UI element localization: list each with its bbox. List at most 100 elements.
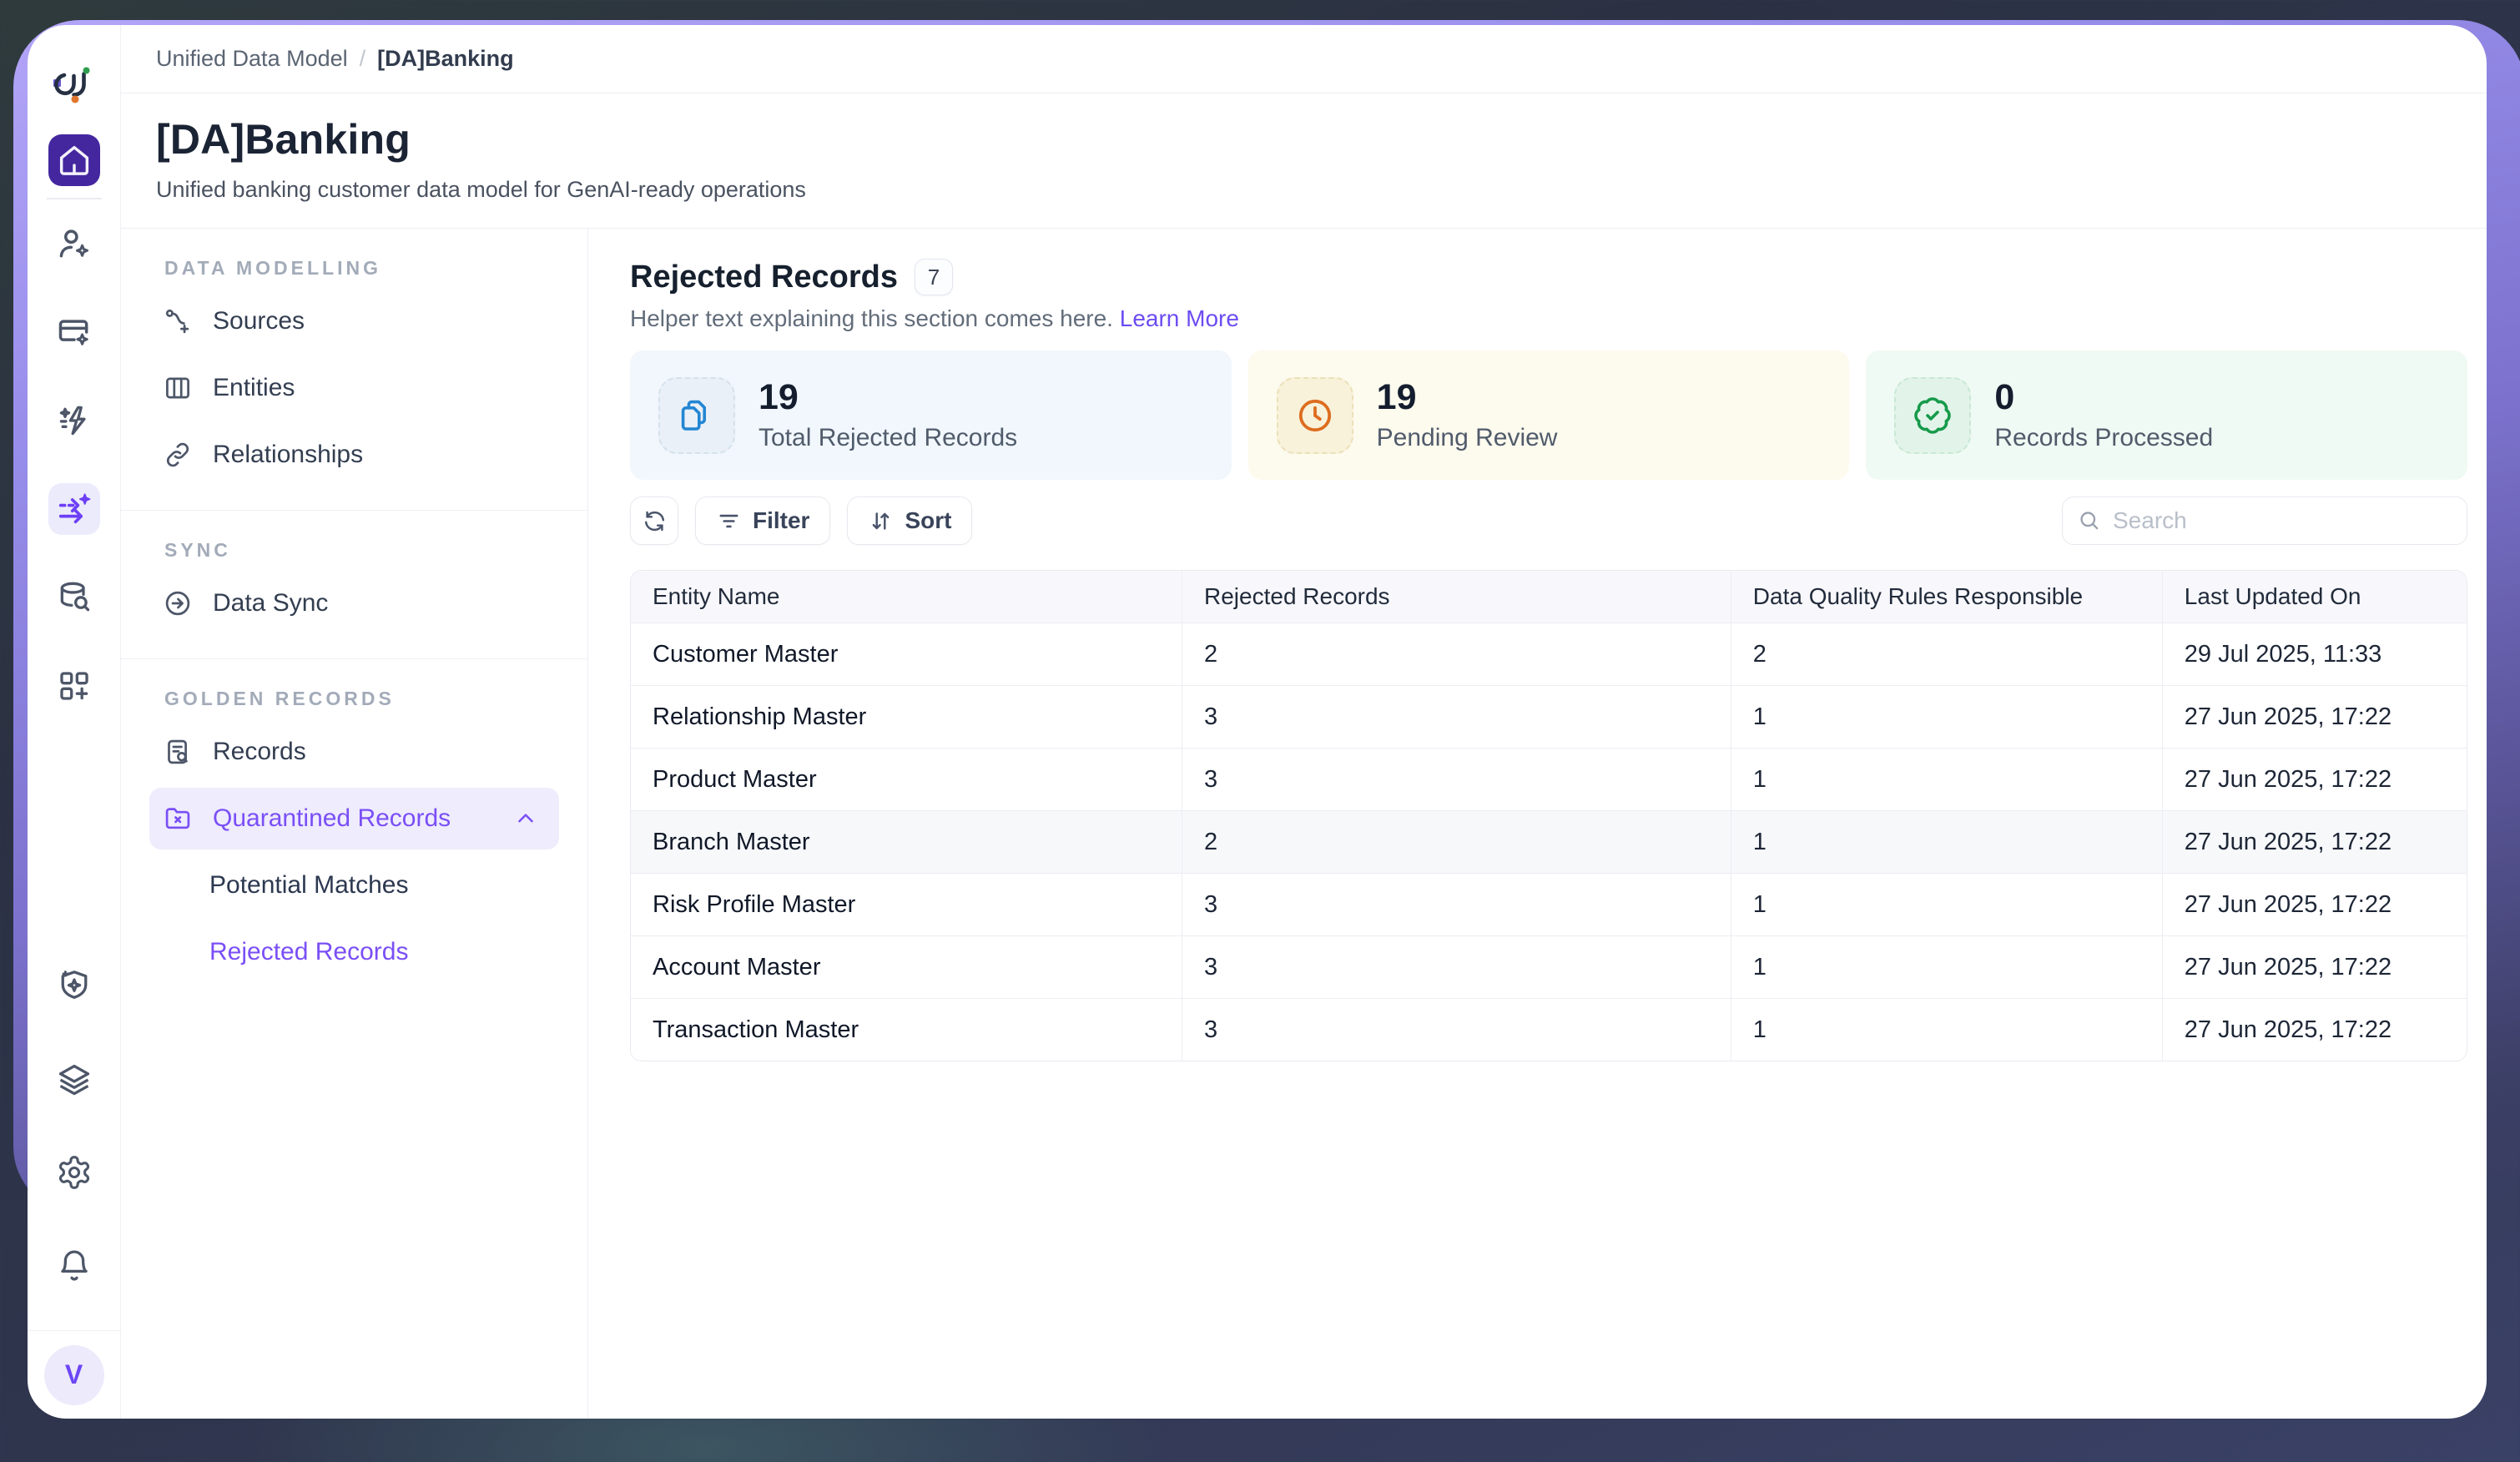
rail-footer-group (48, 960, 100, 1330)
stat-value: 19 (759, 378, 1017, 417)
layers-button[interactable] (48, 1053, 100, 1105)
sidebar-item-data-sync[interactable]: Data Sync (121, 570, 587, 637)
stat-label: Records Processed (1994, 424, 2213, 452)
ai-users-button[interactable] (48, 218, 100, 270)
home-button[interactable] (48, 134, 100, 186)
cell-dq-rules: 1 (1731, 811, 2162, 873)
security-button[interactable] (48, 960, 100, 1011)
cell-entity-name: Branch Master (631, 811, 1182, 873)
ai-automation-button[interactable] (48, 395, 100, 446)
breadcrumb-root-link[interactable]: Unified Data Model (156, 46, 348, 72)
sidebar-item-potential-matches[interactable]: Potential Matches (121, 852, 587, 919)
section-label: DATA MODELLING (164, 257, 587, 280)
cell-entity-name: Product Master (631, 749, 1182, 810)
helper-text-body: Helper text explaining this section come… (630, 305, 1113, 331)
sidebar-item-label: Relationships (213, 441, 363, 469)
card-sparkle-icon (56, 314, 93, 350)
column-header-last-updated: Last Updated On (2162, 571, 2467, 623)
column-header-rejected-records: Rejected Records (1182, 571, 1731, 623)
filter-lines-icon (716, 508, 742, 534)
table-body: Customer Master 2 2 29 Jul 2025, 11:33 R… (631, 623, 2467, 1061)
avatar-zone: V (28, 1330, 121, 1419)
page-subtitle: Unified banking customer data model for … (156, 177, 2452, 203)
learn-more-link[interactable]: Learn More (1120, 305, 1239, 331)
app-logo-icon[interactable] (50, 63, 98, 111)
table-row[interactable]: Branch Master 2 1 27 Jun 2025, 17:22 (631, 810, 2467, 873)
cell-entity-name: Account Master (631, 936, 1182, 998)
sidebar-item-label: Records (213, 738, 306, 766)
cell-dq-rules: 2 (1731, 623, 2162, 685)
stat-cards: 19 Total Rejected Records 19 Pending Rev… (630, 350, 2467, 480)
count-badge: 7 (915, 259, 953, 295)
sort-arrows-icon (868, 508, 894, 534)
page-title: [DA]Banking (156, 115, 2452, 164)
data-explorer-button[interactable] (48, 572, 100, 623)
section-title: Rejected Records (630, 260, 898, 295)
cell-rejected-records: 3 (1182, 874, 1731, 935)
filter-button[interactable]: Filter (695, 497, 830, 545)
stat-card-total-rejected: 19 Total Rejected Records (630, 350, 1232, 480)
pipeline-arrows-icon (55, 490, 93, 528)
chevron-up-icon[interactable] (511, 806, 541, 831)
stat-label: Total Rejected Records (759, 424, 1017, 452)
sidebar-item-records[interactable]: Records (121, 718, 587, 785)
notifications-button[interactable] (48, 1240, 100, 1292)
table-row[interactable]: Account Master 3 1 27 Jun 2025, 17:22 (631, 935, 2467, 998)
cell-dq-rules: 1 (1731, 686, 2162, 748)
apps-button[interactable] (48, 660, 100, 712)
user-avatar[interactable]: V (44, 1345, 104, 1405)
cell-rejected-records: 3 (1182, 686, 1731, 748)
table-row[interactable]: Risk Profile Master 3 1 27 Jun 2025, 17:… (631, 873, 2467, 935)
link-icon (163, 440, 193, 470)
cell-dq-rules: 1 (1731, 749, 2162, 810)
ai-card-button[interactable] (48, 306, 100, 358)
helper-text: Helper text explaining this section come… (630, 305, 2467, 332)
stat-value: 0 (1994, 378, 2213, 417)
cell-last-updated: 29 Jul 2025, 11:33 (2162, 623, 2467, 685)
refresh-button[interactable] (630, 497, 678, 545)
section-label: SYNC (164, 539, 587, 562)
breadcrumb: Unified Data Model / [DA]Banking (121, 25, 2487, 93)
clock-icon (1295, 396, 1335, 436)
badge-check-icon (1913, 396, 1953, 436)
main-pane: Rejected Records 7 Helper text explainin… (588, 229, 2487, 1419)
folder-x-icon (163, 804, 193, 834)
rail-divider (47, 198, 102, 199)
bell-icon (56, 1248, 93, 1284)
cell-last-updated: 27 Jun 2025, 17:22 (2162, 936, 2467, 998)
sidebar-item-relationships[interactable]: Relationships (121, 421, 587, 488)
app-window: V Unified Data Model / [DA]Banking [DA]B… (28, 25, 2487, 1419)
sidebar-item-entities[interactable]: Entities (121, 355, 587, 421)
cell-rejected-records: 3 (1182, 749, 1731, 810)
route-plus-icon (163, 306, 193, 336)
table-row[interactable]: Customer Master 2 2 29 Jul 2025, 11:33 (631, 623, 2467, 685)
sidebar-item-quarantined-records-active[interactable]: Quarantined Records (149, 788, 559, 849)
stat-icon-tile (1894, 377, 1971, 454)
sidebar-item-label: Quarantined Records (213, 804, 451, 833)
sort-button[interactable]: Sort (847, 497, 972, 545)
column-header-dq-rules: Data Quality Rules Responsible (1731, 571, 2162, 623)
search-input[interactable] (2062, 497, 2467, 545)
section-label: GOLDEN RECORDS (164, 688, 587, 710)
table-row[interactable]: Relationship Master 3 1 27 Jun 2025, 17:… (631, 685, 2467, 748)
sidebar-section-sync: SYNC Data Sync (121, 510, 587, 658)
gear-icon (56, 1154, 93, 1191)
settings-button[interactable] (48, 1147, 100, 1198)
table-row[interactable]: Transaction Master 3 1 27 Jun 2025, 17:2… (631, 998, 2467, 1061)
cell-last-updated: 27 Jun 2025, 17:22 (2162, 811, 2467, 873)
table-header: Entity Name Rejected Records Data Qualit… (631, 571, 2467, 623)
cell-rejected-records: 3 (1182, 999, 1731, 1061)
pipeline-button-active[interactable] (48, 483, 100, 535)
table-row[interactable]: Product Master 3 1 27 Jun 2025, 17:22 (631, 748, 2467, 810)
sidebar-item-sources[interactable]: Sources (121, 288, 587, 355)
table-toolbar: Filter Sort (630, 497, 2467, 545)
rail-nav-group (48, 218, 100, 712)
search-box (2062, 497, 2467, 545)
sidebar-item-label: Data Sync (213, 589, 328, 618)
stat-card-records-processed: 0 Records Processed (1866, 350, 2467, 480)
cell-entity-name: Risk Profile Master (631, 874, 1182, 935)
pages-icon (677, 396, 717, 436)
stat-value: 19 (1377, 378, 1558, 417)
database-search-icon (56, 579, 93, 616)
sidebar-item-rejected-records-selected[interactable]: Rejected Records (121, 919, 587, 986)
